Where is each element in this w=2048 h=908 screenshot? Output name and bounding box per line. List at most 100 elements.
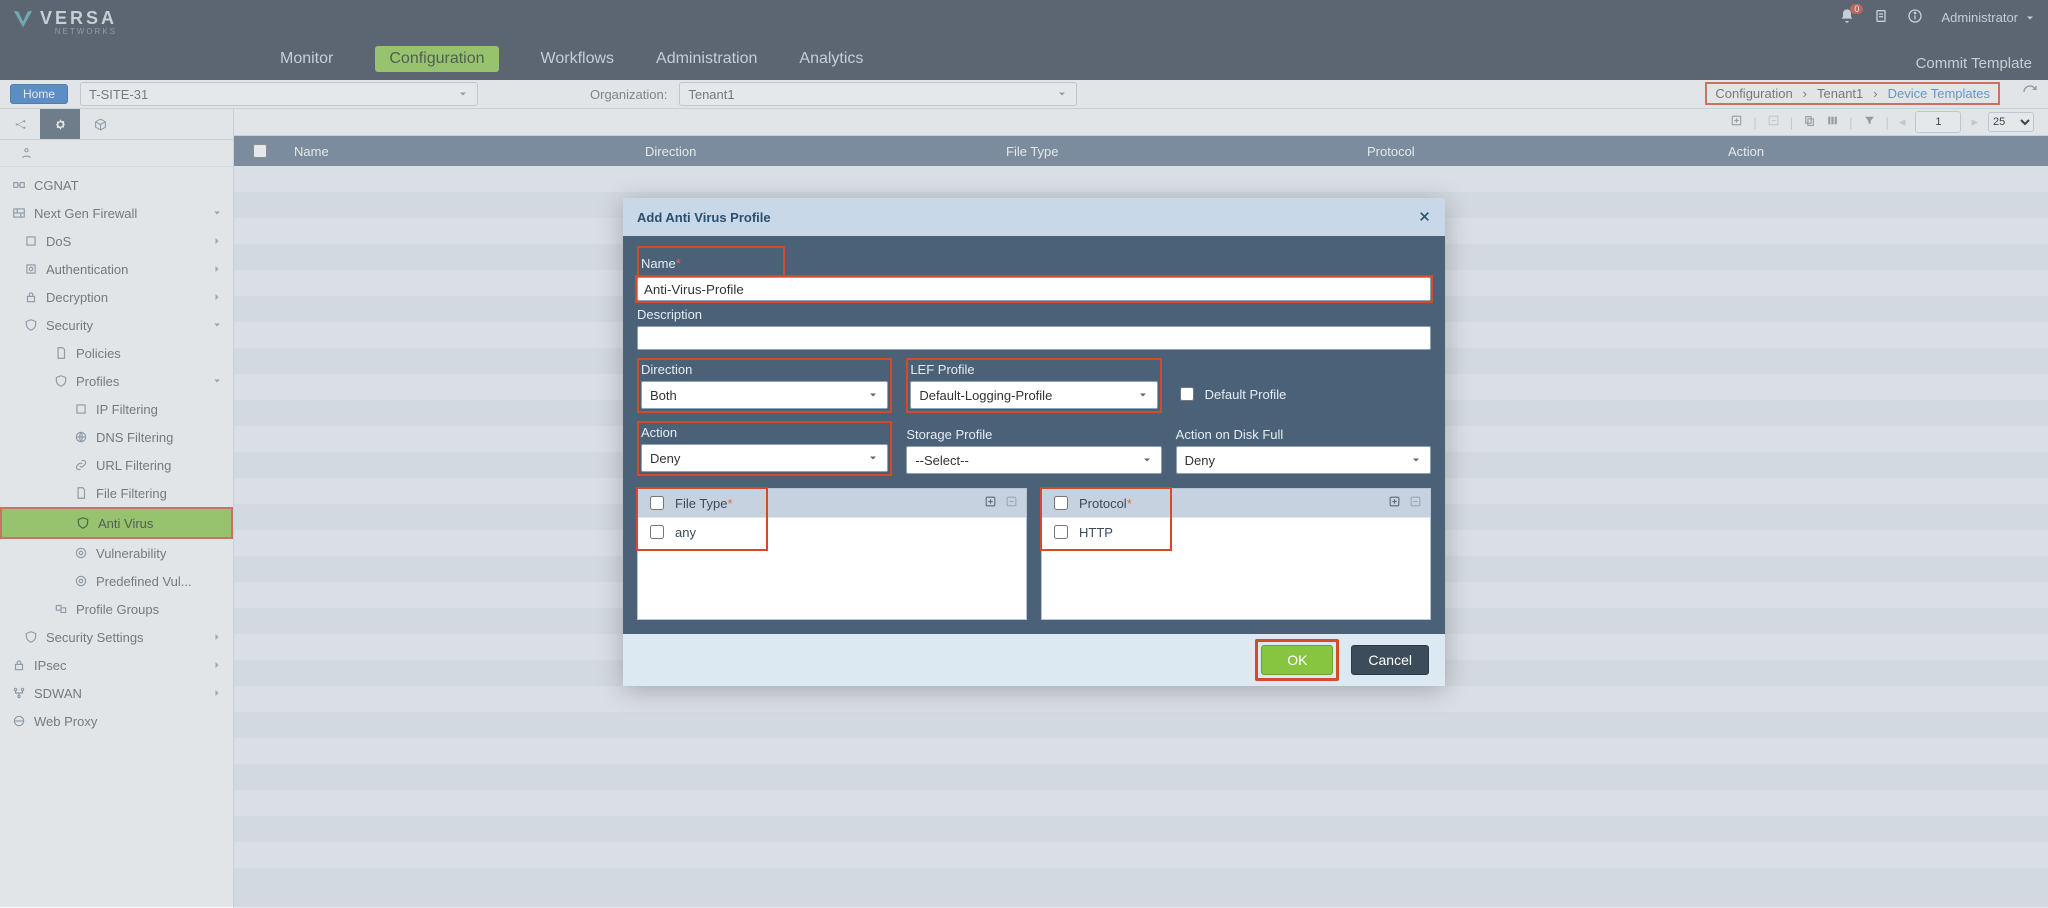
nav-analytics[interactable]: Analytics: [799, 50, 863, 68]
cube-icon: [94, 118, 107, 131]
col-name[interactable]: Name: [284, 144, 635, 159]
cancel-button[interactable]: Cancel: [1351, 645, 1429, 675]
default-profile-checkbox[interactable]: Default Profile: [1176, 384, 1431, 404]
copy-icon: [1803, 114, 1816, 127]
filetype-add-button[interactable]: [984, 495, 997, 511]
tree-cgnat[interactable]: CGNAT: [0, 171, 233, 199]
tree-label: File Filtering: [96, 486, 167, 501]
group-icon: [54, 602, 68, 616]
crumb-configuration[interactable]: Configuration: [1715, 86, 1792, 101]
target-icon: [74, 574, 88, 588]
dialog-close-button[interactable]: [1418, 207, 1431, 228]
select-all-checkbox[interactable]: [253, 144, 267, 158]
tree-label: Decryption: [46, 290, 108, 305]
col-filetype[interactable]: File Type: [996, 144, 1357, 159]
notification-count: 0: [1850, 4, 1863, 14]
next-page-button[interactable]: ▸: [1971, 114, 1978, 130]
tree-profile-groups[interactable]: Profile Groups: [0, 595, 233, 623]
filetype-select-all[interactable]: [650, 496, 664, 510]
side-tabs: [0, 109, 233, 140]
filetype-remove-button[interactable]: [1005, 495, 1018, 511]
page-size-select[interactable]: 25: [1988, 112, 2034, 132]
nav-configuration[interactable]: Configuration: [375, 46, 498, 72]
remove-button[interactable]: [1767, 114, 1780, 130]
tree-ngfw[interactable]: Next Gen Firewall: [0, 199, 233, 227]
direction-select[interactable]: Both: [641, 381, 888, 409]
storage-profile-value: --Select--: [915, 453, 968, 468]
col-protocol[interactable]: Protocol: [1357, 144, 1718, 159]
chevron-down-icon: [211, 375, 223, 387]
tree-profiles[interactable]: Profiles: [0, 367, 233, 395]
tree-file-filtering[interactable]: File Filtering: [0, 479, 233, 507]
clipboard-button[interactable]: [1873, 8, 1889, 27]
side-tab-objects[interactable]: [80, 109, 120, 139]
action-label: Action: [641, 425, 888, 440]
tree-anti-virus[interactable]: Anti Virus: [2, 509, 231, 537]
protocol-add-button[interactable]: [1388, 495, 1401, 511]
tree-ip-filtering[interactable]: IP Filtering: [0, 395, 233, 423]
side-tab-settings[interactable]: [40, 109, 80, 139]
tree-dos[interactable]: DoS: [0, 227, 233, 255]
page-input[interactable]: [1915, 111, 1961, 133]
tree-authentication[interactable]: Authentication: [0, 255, 233, 283]
nav-administration[interactable]: Administration: [656, 50, 757, 68]
protocol-remove-button[interactable]: [1409, 495, 1422, 511]
notifications-button[interactable]: 0: [1839, 8, 1855, 27]
crumb-device-templates[interactable]: Device Templates: [1888, 86, 1990, 101]
site-select[interactable]: T-SITE-31: [80, 82, 478, 106]
user-menu[interactable]: Administrator: [1941, 10, 2036, 25]
tree-vulnerability[interactable]: Vulnerability: [0, 539, 233, 567]
diskfull-select[interactable]: Deny: [1176, 446, 1431, 474]
tree-security-settings[interactable]: Security Settings: [0, 623, 233, 651]
copy-button[interactable]: [1803, 114, 1816, 130]
organization-value: Tenant1: [688, 87, 734, 102]
action-select[interactable]: Deny: [641, 444, 888, 472]
protocol-select-all[interactable]: [1054, 496, 1068, 510]
tree-decryption[interactable]: Decryption: [0, 283, 233, 311]
minus-icon: [1005, 495, 1018, 508]
tree-policies[interactable]: Policies: [0, 339, 233, 367]
add-button[interactable]: [1730, 114, 1743, 130]
side-subtab[interactable]: [0, 140, 233, 167]
home-button[interactable]: Home: [10, 84, 68, 104]
lef-profile-select[interactable]: Default-Logging-Profile: [910, 381, 1157, 409]
filetype-row-checkbox[interactable]: [650, 525, 664, 539]
filter-button[interactable]: [1863, 114, 1876, 130]
info-button[interactable]: [1907, 8, 1923, 27]
name-input[interactable]: [637, 277, 1431, 301]
tree-label: Anti Virus: [98, 516, 153, 531]
ok-button[interactable]: OK: [1261, 645, 1333, 675]
separator: |: [1886, 115, 1889, 130]
protocol-header-label: Protocol*: [1079, 496, 1132, 511]
separator: |: [1753, 115, 1756, 130]
tree-url-filtering[interactable]: URL Filtering: [0, 451, 233, 479]
storage-profile-select[interactable]: --Select--: [906, 446, 1161, 474]
default-profile-input[interactable]: [1180, 387, 1194, 401]
organization-select[interactable]: Tenant1: [679, 82, 1077, 106]
prev-page-button[interactable]: ◂: [1899, 114, 1906, 130]
side-tab-topology[interactable]: [0, 109, 40, 139]
protocol-row-checkbox[interactable]: [1054, 525, 1068, 539]
tree-ipsec[interactable]: IPsec: [0, 651, 233, 679]
tree-sdwan[interactable]: SDWAN: [0, 679, 233, 707]
col-action[interactable]: Action: [1718, 144, 2048, 159]
tree-label: Next Gen Firewall: [34, 206, 137, 221]
nav-workflows[interactable]: Workflows: [541, 50, 615, 68]
tree-security[interactable]: Security: [0, 311, 233, 339]
shield-icon: [24, 630, 38, 644]
chevron-down-icon: [211, 207, 223, 219]
columns-button[interactable]: [1826, 114, 1839, 130]
col-direction[interactable]: Direction: [635, 144, 996, 159]
commit-template-link[interactable]: Commit Template: [1916, 55, 2032, 72]
tree-dns-filtering[interactable]: DNS Filtering: [0, 423, 233, 451]
protocol-row[interactable]: HTTP: [1042, 517, 1430, 546]
chevron-right-icon: [211, 263, 223, 275]
description-input[interactable]: [637, 326, 1431, 350]
refresh-button[interactable]: [2022, 84, 2038, 103]
nav-monitor[interactable]: Monitor: [280, 50, 333, 68]
crumb-tenant[interactable]: Tenant1: [1817, 86, 1863, 101]
tree-predefined-vuln[interactable]: Predefined Vul...: [0, 567, 233, 595]
link-icon: [74, 458, 88, 472]
filetype-row[interactable]: any: [638, 517, 1026, 546]
tree-web-proxy[interactable]: Web Proxy: [0, 707, 233, 735]
